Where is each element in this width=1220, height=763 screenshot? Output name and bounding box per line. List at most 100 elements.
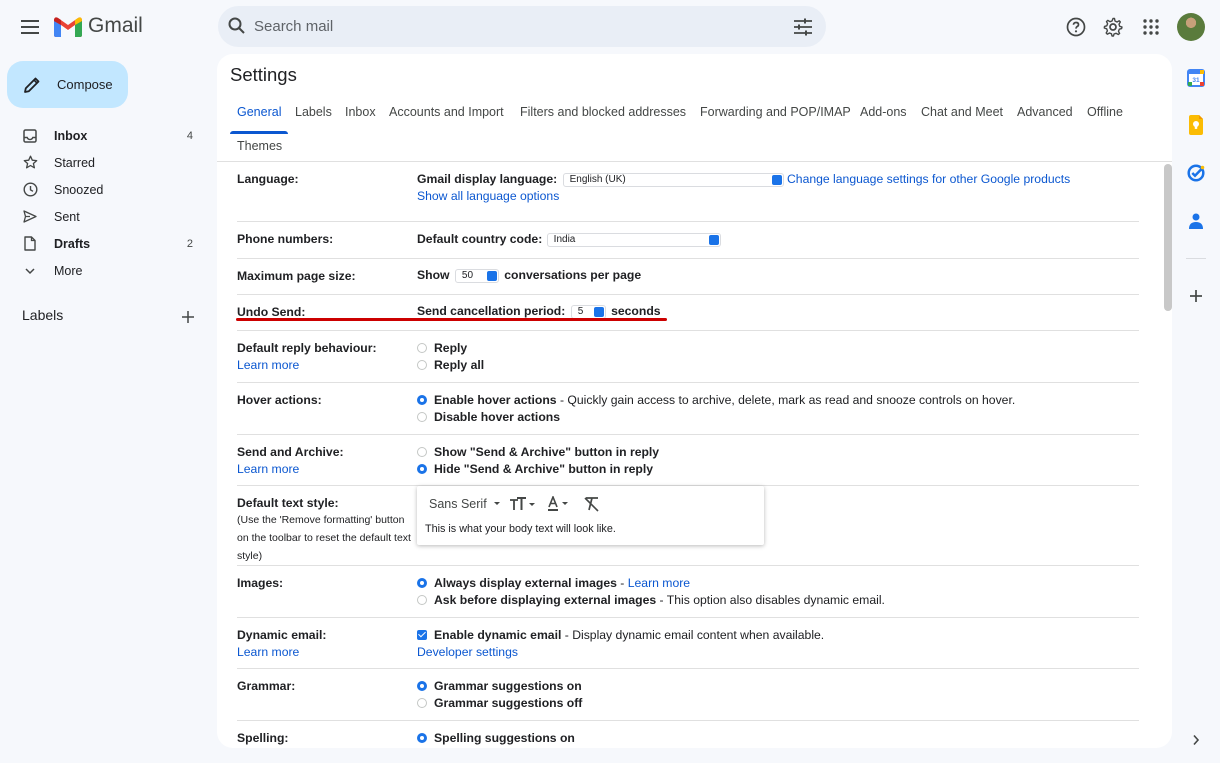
tab-advanced[interactable]: Advanced <box>1010 100 1080 124</box>
country-code-label: Default country code: <box>417 232 543 246</box>
main-menu-button[interactable] <box>14 11 46 43</box>
seconds-suffix: seconds <box>611 304 661 318</box>
tab-offline[interactable]: Offline <box>1080 100 1130 124</box>
show-all-languages-link[interactable]: Show all language options <box>417 189 559 203</box>
tab-forwarding[interactable]: Forwarding and POP/IMAP <box>693 100 858 124</box>
chevron-down-icon <box>493 502 500 505</box>
show-side-panel-button[interactable] <box>1185 729 1207 751</box>
tab-themes[interactable]: Themes <box>230 134 289 158</box>
tab-accounts-and-import[interactable]: Accounts and Import <box>382 100 511 124</box>
font-family-select[interactable]: Sans Serif <box>429 497 487 511</box>
country-code-select[interactable]: India <box>546 232 721 247</box>
account-avatar[interactable] <box>1177 13 1205 41</box>
reply-option[interactable]: Reply <box>417 341 467 355</box>
settings-button[interactable] <box>1101 15 1125 39</box>
setting-phone-numbers: Phone numbers: Default country code: Ind… <box>237 222 1139 259</box>
text-color-icon[interactable] <box>547 496 575 512</box>
cancellation-period-select[interactable]: 5 <box>570 304 606 319</box>
display-language-select[interactable]: English (UK) <box>562 172 784 187</box>
radio-button[interactable] <box>417 412 427 422</box>
remove-formatting-icon[interactable] <box>583 496 601 512</box>
setting-label: Images: <box>237 576 284 590</box>
radio-button-selected[interactable] <box>417 578 427 588</box>
contacts-app-button[interactable] <box>1185 210 1207 232</box>
disable-hover-option[interactable]: Disable hover actions <box>417 410 560 424</box>
phone-controls: Default country code: India <box>417 232 721 247</box>
search-bar[interactable] <box>218 6 826 47</box>
learn-more-link[interactable]: Learn more <box>237 358 299 372</box>
change-language-link[interactable]: Change language settings for other Googl… <box>787 172 1070 186</box>
gmail-logo[interactable]: Gmail <box>54 14 143 38</box>
grammar-off-option[interactable]: Grammar suggestions off <box>417 696 582 710</box>
radio-button-selected[interactable] <box>417 733 427 743</box>
option-description: - This option also disables dynamic emai… <box>656 593 885 607</box>
tab-filters[interactable]: Filters and blocked addresses <box>513 100 693 124</box>
draft-icon <box>24 236 36 251</box>
tab-chat-and-meet[interactable]: Chat and Meet <box>914 100 1010 124</box>
google-apps-button[interactable] <box>1139 15 1163 39</box>
enable-dynamic-email-option[interactable]: Enable dynamic email - Display dynamic e… <box>417 628 824 642</box>
tune-icon[interactable] <box>792 16 814 38</box>
scrollbar-thumb[interactable] <box>1164 164 1172 311</box>
undo-send-controls: Send cancellation period: 5 seconds <box>417 304 661 319</box>
tab-labels[interactable]: Labels <box>288 100 339 124</box>
tab-general[interactable]: General <box>230 100 288 124</box>
setting-label: Hover actions: <box>237 393 322 407</box>
page-title: Settings <box>230 64 297 85</box>
learn-more-link[interactable]: Learn more <box>237 462 299 476</box>
learn-more-link[interactable]: Learn more <box>628 576 690 590</box>
learn-more-link[interactable]: Learn more <box>237 645 299 659</box>
radio-button-selected[interactable] <box>417 395 427 405</box>
spelling-on-option[interactable]: Spelling suggestions on <box>417 731 575 745</box>
radio-button[interactable] <box>417 698 427 708</box>
sidebar-item-drafts[interactable]: Drafts 2 <box>0 230 210 257</box>
tab-inbox[interactable]: Inbox <box>338 100 383 124</box>
tasks-app-button[interactable] <box>1185 162 1207 184</box>
chevron-down-icon <box>25 267 35 274</box>
calendar-app-button[interactable]: 31 <box>1185 67 1207 89</box>
setting-undo-send: Undo Send: Send cancellation period: 5 s… <box>237 295 1139 331</box>
search-icon[interactable] <box>227 16 247 36</box>
radio-button[interactable] <box>417 595 427 605</box>
radio-button-selected[interactable] <box>417 464 427 474</box>
support-button[interactable] <box>1064 15 1088 39</box>
keep-app-button[interactable] <box>1185 114 1207 136</box>
sidebar-item-more[interactable]: More <box>0 257 210 284</box>
select-arrow-icon <box>771 174 782 185</box>
text-style-editor[interactable]: Sans Serif This is what your body text w… <box>417 486 764 545</box>
hide-send-archive-option[interactable]: Hide "Send & Archive" button in reply <box>417 462 653 476</box>
font-size-icon[interactable] <box>509 497 535 511</box>
radio-button[interactable] <box>417 360 427 370</box>
show-send-archive-option[interactable]: Show "Send & Archive" button in reply <box>417 445 659 459</box>
select-value: English (UK) <box>569 173 626 185</box>
sidebar-item-sent[interactable]: Sent <box>0 203 210 230</box>
option-label: Enable hover actions <box>434 393 557 407</box>
text-style-preview: This is what your body text will look li… <box>425 523 616 535</box>
radio-button[interactable] <box>417 343 427 353</box>
search-input[interactable] <box>254 14 774 38</box>
sidebar-item-snoozed[interactable]: Snoozed <box>0 176 210 203</box>
option-description: - Quickly gain access to archive, delete… <box>556 393 1016 407</box>
menu-icon <box>21 20 39 34</box>
setting-default-text-style: Default text style: (Use the 'Remove for… <box>237 486 1139 566</box>
checkbox-checked[interactable] <box>417 630 427 640</box>
sidebar-item-label: Snoozed <box>54 182 104 197</box>
ask-before-images-option[interactable]: Ask before displaying external images - … <box>417 593 885 607</box>
get-addons-button[interactable] <box>1185 285 1207 307</box>
radio-button[interactable] <box>417 447 427 457</box>
gmail-logo-icon <box>54 16 82 37</box>
tab-add-ons[interactable]: Add-ons <box>853 100 914 124</box>
sidebar-item-starred[interactable]: Starred <box>0 149 210 176</box>
enable-hover-option[interactable]: Enable hover actions - Quickly gain acce… <box>417 393 1015 407</box>
reply-all-option[interactable]: Reply all <box>417 358 484 372</box>
setting-hover-actions: Hover actions: Enable hover actions - Qu… <box>237 383 1139 435</box>
radio-button-selected[interactable] <box>417 681 427 691</box>
developer-settings-link[interactable]: Developer settings <box>417 645 518 659</box>
sidebar-item-inbox[interactable]: Inbox 4 <box>0 122 210 149</box>
compose-button[interactable]: Compose <box>7 61 128 108</box>
always-display-images-option[interactable]: Always display external images - Learn m… <box>417 576 690 590</box>
plus-icon[interactable] <box>180 309 196 325</box>
page-size-select[interactable]: 50 <box>454 268 499 283</box>
setting-label: Language: <box>237 172 299 186</box>
grammar-on-option[interactable]: Grammar suggestions on <box>417 679 582 693</box>
